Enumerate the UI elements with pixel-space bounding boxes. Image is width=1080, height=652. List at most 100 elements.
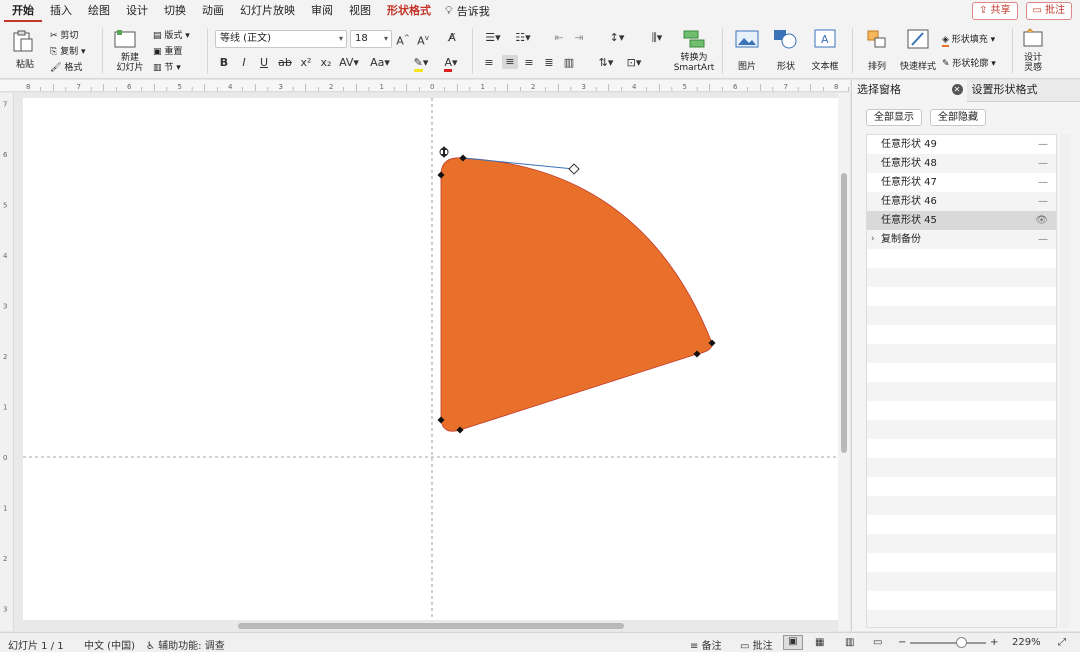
- tab-9[interactable]: 形状格式: [379, 0, 439, 22]
- fit-to-window-icon[interactable]: ⤢: [1058, 637, 1066, 648]
- slide-sorter-icon[interactable]: ▦: [815, 637, 824, 648]
- horizontal-ruler[interactable]: 8 7 6 5 4 3 2 1 0 1 2 3 4 5 6 7 8: [0, 80, 875, 92]
- new-slide-button[interactable]: 新建 幻灯片: [112, 28, 148, 76]
- visibility-toggle-icon[interactable]: —: [1038, 135, 1048, 154]
- selection-list-item[interactable]: 任意形状 46 —: [867, 192, 1056, 211]
- tab-2[interactable]: 绘图: [80, 0, 118, 22]
- normal-view-icon[interactable]: ▣: [783, 635, 803, 650]
- tab-5[interactable]: 动画: [194, 0, 232, 22]
- superscript-icon[interactable]: x²: [300, 56, 312, 70]
- bold-icon[interactable]: B: [218, 56, 230, 70]
- decrease-font-icon[interactable]: Av: [416, 31, 430, 49]
- visibility-toggle-icon[interactable]: —: [1038, 192, 1048, 211]
- horizontal-scrollbar[interactable]: [14, 622, 838, 631]
- visibility-toggle-icon[interactable]: —: [1038, 173, 1048, 192]
- comments-button[interactable]: ▭ 批注: [1025, 2, 1072, 20]
- notes-button[interactable]: ≡ 备注: [690, 637, 722, 652]
- tab-format-shape[interactable]: 设置形状格式: [966, 80, 1080, 102]
- visibility-toggle-icon[interactable]: —: [1038, 154, 1048, 173]
- increase-font-icon[interactable]: A^: [396, 31, 410, 49]
- tab-4[interactable]: 切换: [156, 0, 194, 22]
- bullets-icon[interactable]: ☰▾: [480, 31, 506, 45]
- reading-view-icon[interactable]: ▥: [845, 637, 854, 648]
- underline-icon[interactable]: U: [258, 56, 270, 70]
- numbering-icon[interactable]: ☷▾: [510, 31, 536, 45]
- font-size-combo[interactable]: 18 ▾: [350, 30, 392, 48]
- vertical-scrollbar[interactable]: [838, 93, 850, 631]
- horizontal-scroll-thumb[interactable]: [238, 623, 624, 629]
- format-painter-button[interactable]: 🖌︎ 格式: [50, 60, 82, 73]
- subscript-icon[interactable]: x₂: [320, 56, 332, 70]
- align-left-icon[interactable]: ≡: [482, 56, 496, 70]
- close-icon[interactable]: ✕: [951, 84, 963, 95]
- increase-indent-icon[interactable]: ⇥: [572, 31, 586, 45]
- selection-list-item[interactable]: 任意形状 45 👁: [867, 211, 1056, 230]
- textbox-button[interactable]: A 文本框: [806, 28, 844, 72]
- share-button[interactable]: ⇪ 共享: [972, 2, 1018, 20]
- tab-6[interactable]: 幻灯片放映: [232, 0, 303, 22]
- zoom-out-icon[interactable]: −: [898, 637, 906, 648]
- line-spacing-icon[interactable]: ↕▾: [604, 31, 630, 45]
- selection-list-item[interactable]: › 复制备份 —: [867, 230, 1056, 249]
- align-center-icon[interactable]: ≡: [502, 55, 518, 69]
- zoom-slider-thumb[interactable]: [956, 637, 967, 648]
- reset-button[interactable]: ▣ 重置: [153, 44, 182, 57]
- eye-icon[interactable]: 👁: [1035, 211, 1048, 230]
- tab-8[interactable]: 视图: [341, 0, 379, 22]
- tab-selection-pane[interactable]: 选择窗格 ✕: [852, 80, 967, 102]
- font-color-icon[interactable]: A▾: [440, 56, 462, 72]
- convert-smartart-button[interactable]: 转换为 SmartArt: [672, 28, 716, 73]
- change-case-icon[interactable]: Aa▾: [368, 56, 392, 70]
- pane-scrollbar[interactable]: [1060, 134, 1070, 628]
- comments-status-button[interactable]: ▭ 批注: [740, 637, 773, 652]
- vertical-ruler[interactable]: 7 6 5 4 3 2 1 0 1 2 3: [0, 93, 14, 631]
- arrange-button[interactable]: 排列: [860, 28, 894, 72]
- cut-button[interactable]: ✂ 剪切: [50, 28, 78, 41]
- shapes-button[interactable]: 形状: [768, 28, 804, 72]
- freeform-shape-45[interactable]: [440, 157, 713, 432]
- hide-all-button[interactable]: 全部隐藏: [930, 109, 986, 126]
- tab-1[interactable]: 插入: [42, 0, 80, 22]
- text-direction-icon[interactable]: ⇅▾: [594, 56, 618, 70]
- char-spacing-icon[interactable]: AV▾: [338, 56, 360, 70]
- selection-list-item[interactable]: 任意形状 47 —: [867, 173, 1056, 192]
- zoom-slider[interactable]: [910, 642, 986, 644]
- shape-outline-button[interactable]: ✎ 形状轮廓 ▾: [942, 56, 996, 69]
- selection-list-item[interactable]: 任意形状 48 —: [867, 154, 1056, 173]
- vertical-scroll-thumb[interactable]: [841, 173, 847, 453]
- quick-styles-button[interactable]: 快速样式: [898, 28, 938, 72]
- decrease-indent-icon[interactable]: ⇤: [552, 31, 566, 45]
- layout-button[interactable]: ▤ 版式 ▾: [153, 28, 190, 41]
- align-right-icon[interactable]: ≡: [522, 56, 536, 70]
- paste-button[interactable]: 粘贴: [10, 28, 40, 76]
- accessibility-button[interactable]: ♿︎ 辅助功能: 调查: [146, 637, 225, 652]
- zoom-level[interactable]: 229%: [1012, 637, 1041, 648]
- clear-format-icon[interactable]: A̸: [444, 31, 460, 45]
- chevron-right-icon[interactable]: ›: [871, 230, 875, 249]
- section-button[interactable]: ▥ 节 ▾: [153, 60, 181, 73]
- justify-icon[interactable]: ≣: [542, 56, 556, 70]
- selection-list-item[interactable]: 任意形状 49 —: [867, 135, 1056, 154]
- italic-icon[interactable]: I: [238, 56, 250, 70]
- shape-fill-button[interactable]: ◈ 形状填充 ▾: [942, 32, 995, 47]
- highlight-icon[interactable]: ✎▾: [410, 56, 432, 72]
- language-indicator[interactable]: 中文 (中国): [84, 637, 135, 652]
- bezier-handle-point[interactable]: [568, 163, 580, 175]
- font-name-combo[interactable]: 等线 (正文) ▾: [215, 30, 347, 48]
- zoom-in-icon[interactable]: +: [990, 637, 998, 648]
- tab-0[interactable]: 开始: [4, 0, 42, 22]
- distributed-icon[interactable]: ▥: [562, 56, 576, 70]
- strikethrough-icon[interactable]: ab: [278, 56, 292, 70]
- slideshow-icon[interactable]: ▭: [873, 637, 882, 648]
- tell-me[interactable]: 💡︎ 告诉我: [439, 3, 490, 19]
- slide[interactable]: [23, 98, 838, 620]
- picture-button[interactable]: 图片: [730, 28, 764, 72]
- designer-button[interactable]: 设计 灵感: [1018, 28, 1048, 73]
- copy-button[interactable]: ⎘ 复制 ▾: [50, 44, 85, 57]
- visibility-toggle-icon[interactable]: —: [1038, 230, 1048, 249]
- tab-7[interactable]: 审阅: [303, 0, 341, 22]
- columns-icon[interactable]: ⫼▾: [646, 31, 668, 45]
- align-text-icon[interactable]: ⊡▾: [622, 56, 646, 70]
- show-all-button[interactable]: 全部显示: [866, 109, 922, 126]
- tab-3[interactable]: 设计: [118, 0, 156, 22]
